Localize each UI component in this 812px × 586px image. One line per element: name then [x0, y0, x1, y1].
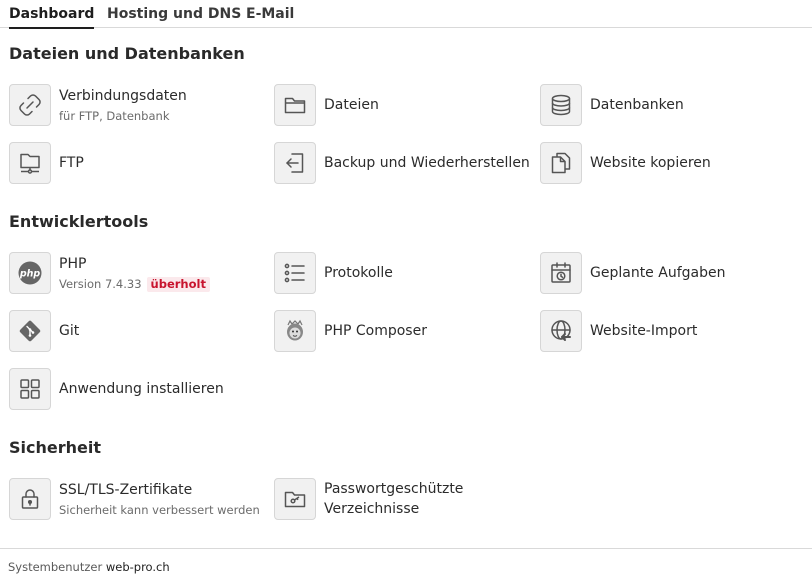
- globe-import-icon: [540, 310, 582, 352]
- outdated-badge: überholt: [146, 277, 210, 292]
- tile-label: SSL/TLS-Zertifikate: [59, 482, 193, 498]
- svg-text:php: php: [19, 269, 41, 280]
- link-icon: [9, 84, 51, 126]
- tile-php-composer[interactable]: PHP Composer: [274, 309, 524, 353]
- tile-ssl-certificates[interactable]: SSL/TLS-Zertifikate Sicherheit kann verb…: [9, 477, 269, 521]
- php-version-line: Version 7.4.33 überholt: [59, 277, 210, 292]
- tab-hosting-dns[interactable]: Hosting und DNS: [107, 5, 241, 23]
- section-title-dev: Entwicklertools: [9, 212, 149, 231]
- tile-php[interactable]: php PHP Version 7.4.33 überholt: [9, 251, 259, 295]
- footer: Systembenutzer web-pro.ch: [0, 548, 812, 586]
- tile-sublabel: für FTP, Datenbank: [59, 109, 170, 123]
- tile-logs[interactable]: Protokolle: [274, 251, 524, 295]
- backup-icon: [274, 142, 316, 184]
- tile-connection-data[interactable]: Verbindungsdaten für FTP, Datenbank: [9, 83, 259, 127]
- tile-protected-directories[interactable]: Passwortgeschützte Verzeichnisse: [274, 477, 524, 521]
- tile-install-app[interactable]: Anwendung installieren: [9, 367, 259, 411]
- tile-label: Backup und Wiederherstellen: [324, 155, 530, 171]
- tile-label: Protokolle: [324, 265, 393, 281]
- php-icon: php: [9, 252, 51, 294]
- ftp-icon: [9, 142, 51, 184]
- lock-icon: [9, 478, 51, 520]
- tile-label: Website kopieren: [590, 155, 711, 171]
- section-title-files: Dateien und Datenbanken: [9, 44, 245, 63]
- tile-label: PHP Composer: [324, 323, 427, 339]
- tile-label: Geplante Aufgaben: [590, 265, 726, 281]
- main-tabs: Dashboard Hosting und DNS E-Mail: [0, 0, 812, 29]
- tile-label: Dateien: [324, 97, 379, 113]
- tile-label: Git: [59, 323, 80, 339]
- tile-label: Passwortgeschützte Verzeichnisse: [324, 481, 464, 517]
- system-user-line: Systembenutzer web-pro.ch: [8, 560, 170, 574]
- tile-label: Datenbanken: [590, 97, 684, 113]
- tile-files[interactable]: Dateien: [274, 83, 524, 127]
- folder-icon: [274, 84, 316, 126]
- protected-folder-icon: [274, 478, 316, 520]
- calendar-clock-icon: [540, 252, 582, 294]
- list-icon: [274, 252, 316, 294]
- tile-copy-website[interactable]: Website kopieren: [540, 141, 790, 185]
- git-icon: [9, 310, 51, 352]
- tile-label: FTP: [59, 155, 84, 171]
- system-user-value: web-pro.ch: [105, 560, 170, 574]
- tile-backup[interactable]: Backup und Wiederherstellen: [274, 141, 534, 185]
- tile-label: Anwendung installieren: [59, 381, 224, 397]
- tile-label: Website-Import: [590, 323, 698, 339]
- tile-label: PHP: [59, 256, 87, 272]
- tile-label: Verbindungsdaten: [59, 88, 187, 104]
- tile-ftp[interactable]: FTP: [9, 141, 259, 185]
- tile-git[interactable]: Git: [9, 309, 259, 353]
- php-version: Version 7.4.33: [59, 277, 142, 291]
- tile-sublabel: Sicherheit kann verbessert werden: [59, 503, 260, 517]
- tab-dashboard[interactable]: Dashboard: [9, 5, 95, 29]
- tile-databases[interactable]: Datenbanken: [540, 83, 790, 127]
- copy-icon: [540, 142, 582, 184]
- tab-email[interactable]: E-Mail: [246, 5, 294, 23]
- system-user-label: Systembenutzer: [8, 560, 103, 574]
- section-title-security: Sicherheit: [9, 438, 101, 457]
- database-icon: [540, 84, 582, 126]
- apps-grid-icon: [9, 368, 51, 410]
- composer-icon: [274, 310, 316, 352]
- tile-website-import[interactable]: Website-Import: [540, 309, 790, 353]
- tile-cron-jobs[interactable]: Geplante Aufgaben: [540, 251, 790, 295]
